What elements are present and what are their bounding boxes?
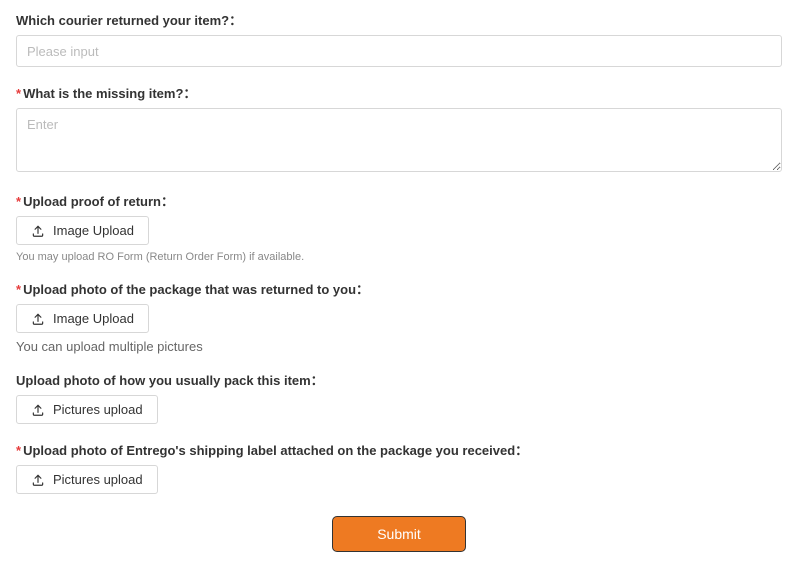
- required-marker: *: [16, 282, 21, 297]
- field-proof-of-return: *Upload proof of return： Image Upload Yo…: [16, 191, 782, 263]
- label-shipping-label-photo: *Upload photo of Entrego's shipping labe…: [16, 440, 782, 459]
- label-package-photo: *Upload photo of the package that was re…: [16, 279, 782, 298]
- upload-icon: [31, 224, 45, 238]
- proof-upload-button[interactable]: Image Upload: [16, 216, 149, 245]
- upload-button-label: Pictures upload: [53, 402, 143, 417]
- upload-icon: [31, 473, 45, 487]
- package-photo-help-text: You can upload multiple pictures: [16, 339, 782, 354]
- upload-button-label: Pictures upload: [53, 472, 143, 487]
- submit-button[interactable]: Submit: [332, 516, 466, 552]
- label-text: Upload photo of Entrego's shipping label…: [23, 443, 528, 458]
- label-pack-photo: Upload photo of how you usually pack thi…: [16, 370, 782, 389]
- submit-row: Submit: [16, 516, 782, 552]
- label-missing-item: *What is the missing item?：: [16, 83, 782, 102]
- label-text: Upload photo of the package that was ret…: [23, 282, 369, 297]
- label-text: Upload proof of return：: [23, 194, 174, 209]
- required-marker: *: [16, 194, 21, 209]
- field-package-photo: *Upload photo of the package that was re…: [16, 279, 782, 354]
- label-text: Upload photo of how you usually pack thi…: [16, 373, 324, 388]
- proof-help-text: You may upload RO Form (Return Order For…: [16, 251, 782, 263]
- label-text: What is the missing item?：: [23, 86, 196, 101]
- field-missing-item: *What is the missing item?：: [16, 83, 782, 175]
- field-pack-photo: Upload photo of how you usually pack thi…: [16, 370, 782, 424]
- pack-photo-upload-button[interactable]: Pictures upload: [16, 395, 158, 424]
- field-courier: Which courier returned your item?：: [16, 10, 782, 67]
- missing-item-textarea[interactable]: [16, 108, 782, 172]
- label-text: Which courier returned your item?：: [16, 13, 242, 28]
- courier-input[interactable]: [16, 35, 782, 67]
- field-shipping-label-photo: *Upload photo of Entrego's shipping labe…: [16, 440, 782, 494]
- label-proof-of-return: *Upload proof of return：: [16, 191, 782, 210]
- shipping-label-upload-button[interactable]: Pictures upload: [16, 465, 158, 494]
- required-marker: *: [16, 86, 21, 101]
- upload-button-label: Image Upload: [53, 311, 134, 326]
- submit-button-label: Submit: [377, 526, 421, 542]
- upload-button-label: Image Upload: [53, 223, 134, 238]
- upload-icon: [31, 312, 45, 326]
- package-photo-upload-button[interactable]: Image Upload: [16, 304, 149, 333]
- upload-icon: [31, 403, 45, 417]
- required-marker: *: [16, 443, 21, 458]
- label-courier: Which courier returned your item?：: [16, 10, 782, 29]
